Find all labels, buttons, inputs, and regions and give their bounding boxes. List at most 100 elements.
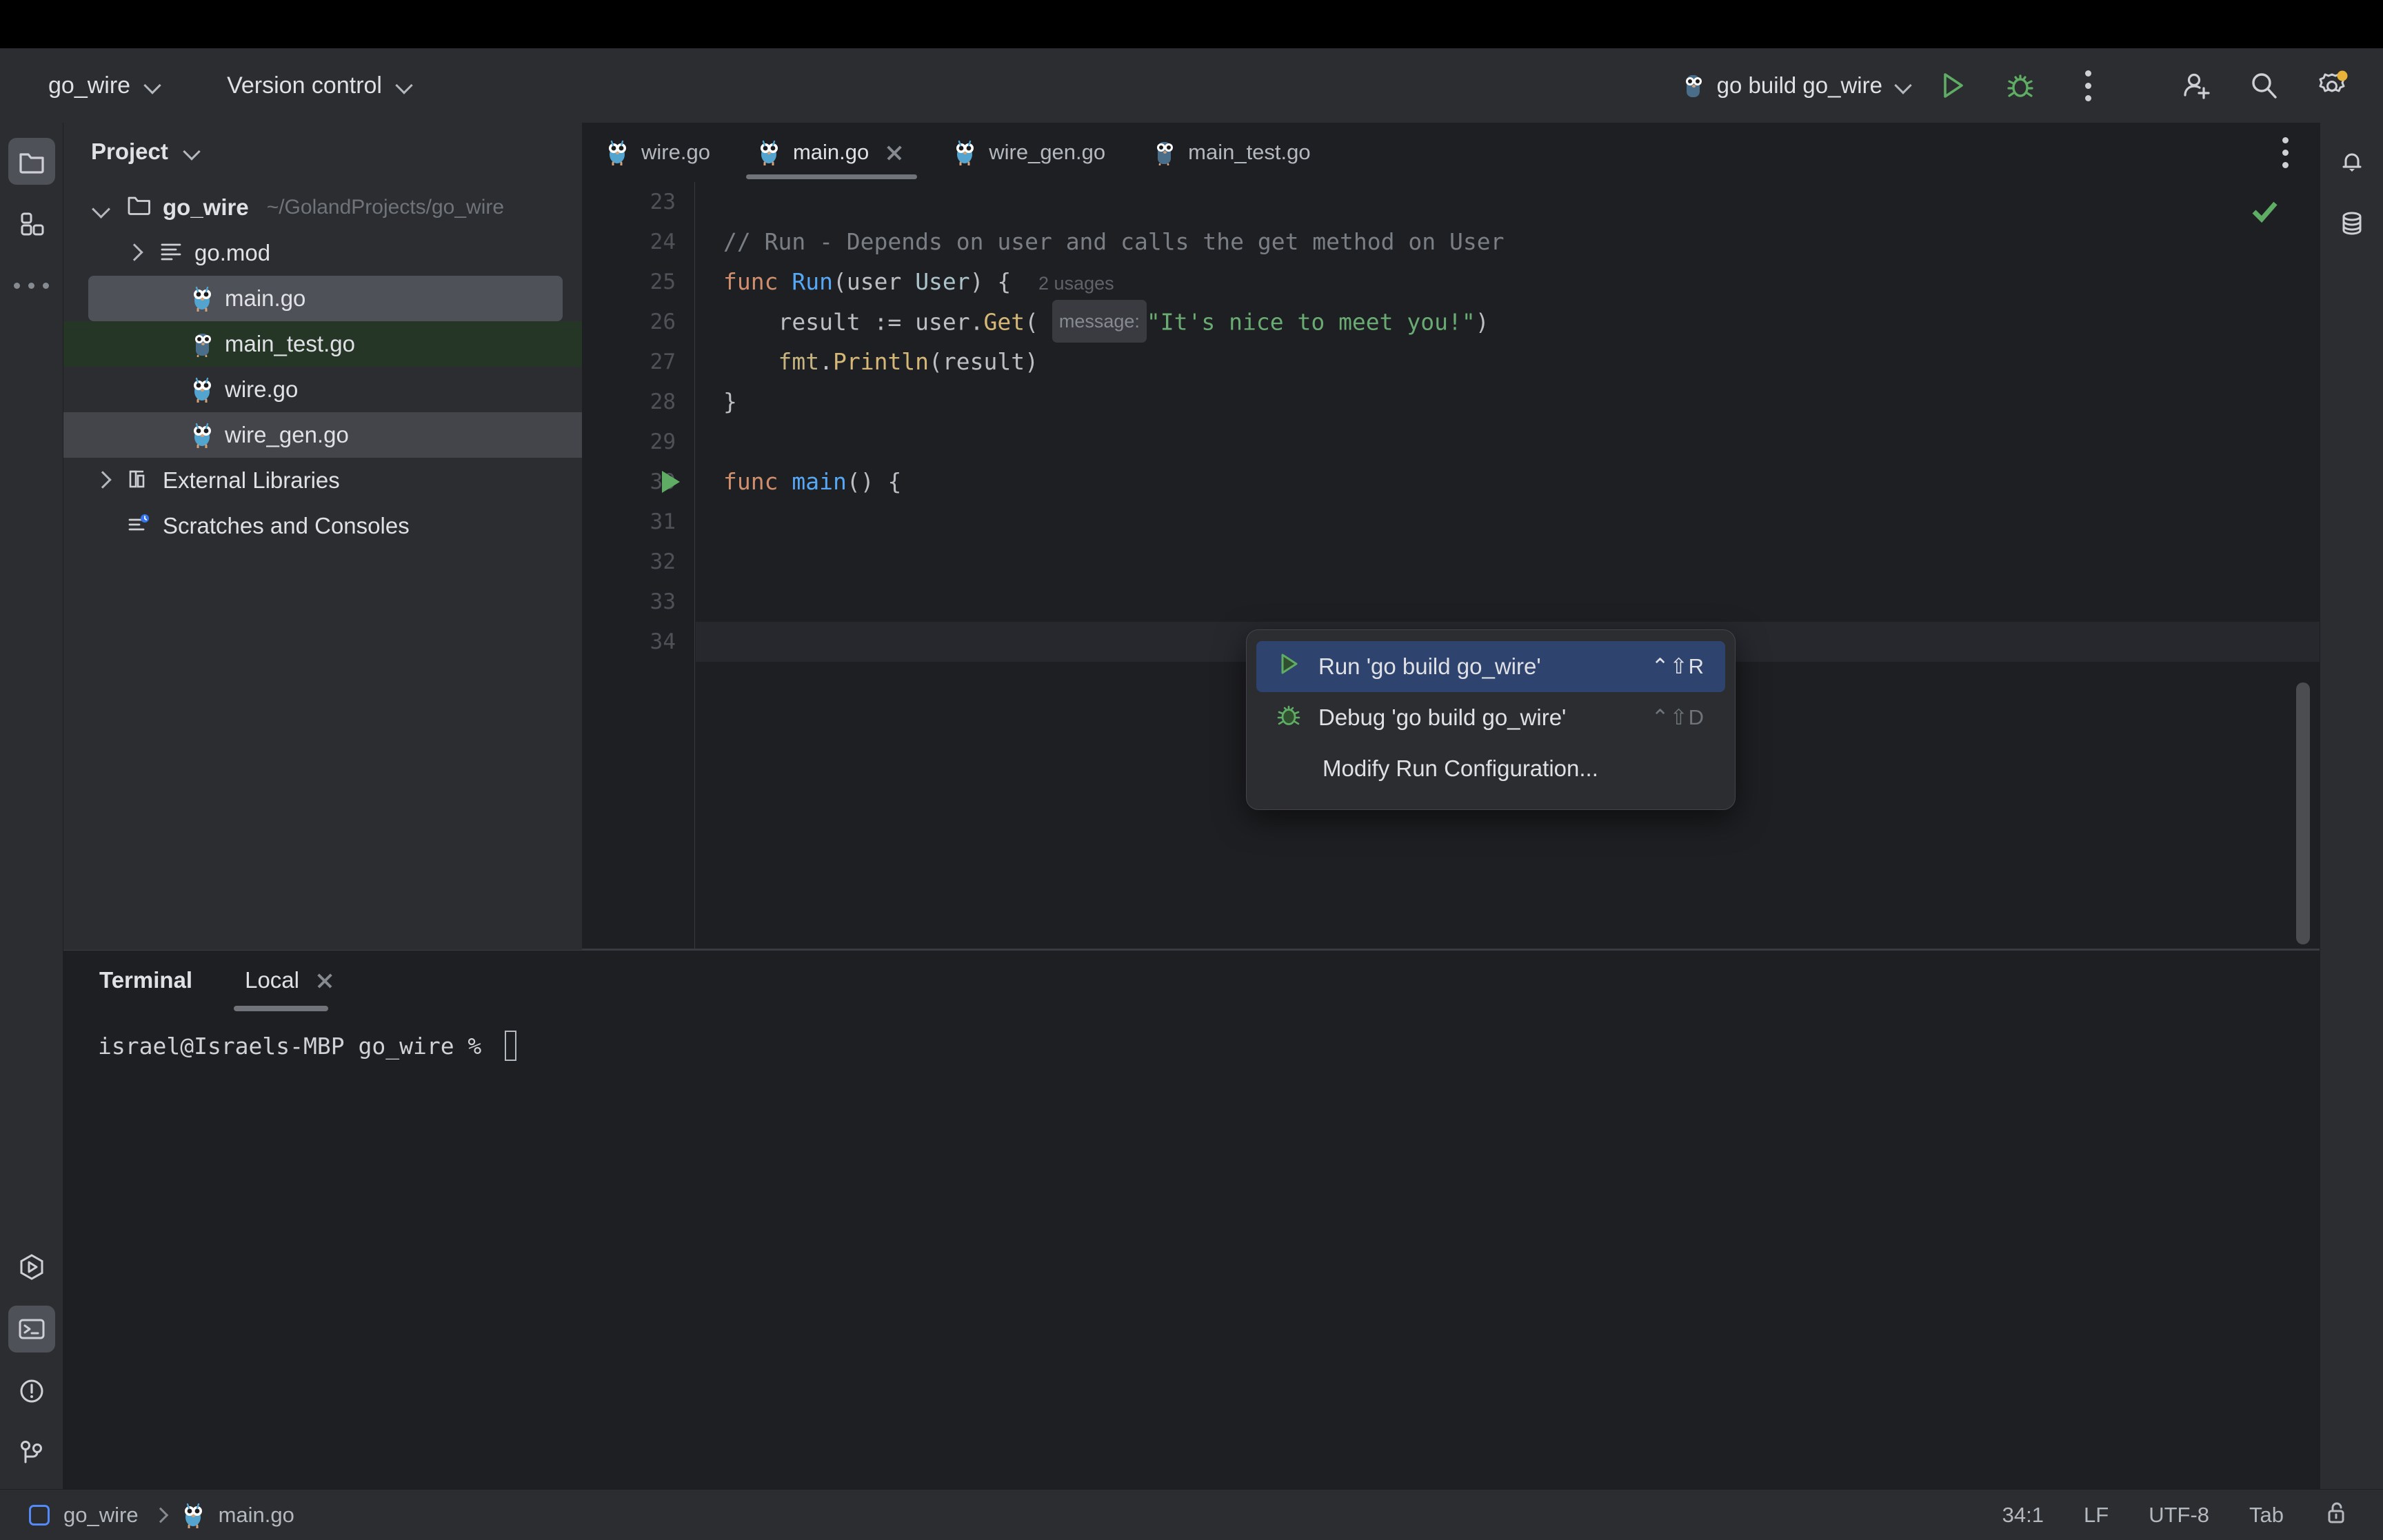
caret-position[interactable]: 34:1 bbox=[2002, 1503, 2044, 1528]
chevron-down-icon[interactable] bbox=[183, 143, 201, 161]
line-separator[interactable]: LF bbox=[2084, 1503, 2109, 1528]
tree-item-external-libraries[interactable]: External Libraries bbox=[63, 458, 582, 503]
settings-button[interactable] bbox=[2306, 59, 2358, 112]
debug-icon bbox=[1274, 700, 1303, 735]
code-line: result := user.Get( message: "It's nice t… bbox=[696, 300, 2320, 343]
code-line: // Run - Depends on user and calls the g… bbox=[723, 228, 1505, 255]
indent-setting[interactable]: Tab bbox=[2249, 1503, 2284, 1528]
inspection-status-ok-icon[interactable] bbox=[2248, 194, 2281, 231]
chevron-down-icon bbox=[1895, 77, 1913, 94]
editor-tab-main-test-go[interactable]: main_test.go bbox=[1129, 123, 1334, 182]
breadcrumb-item-file[interactable]: main.go bbox=[219, 1503, 294, 1528]
editor-tab-bar: wire.go main.go wire_gen.go main_test.go bbox=[582, 123, 2320, 182]
tree-item-main-test-go[interactable]: main_test.go bbox=[63, 321, 582, 367]
run-hexagon-icon bbox=[20, 1254, 43, 1280]
terminal-prompt-line: israel@Israels-MBP go_wire % bbox=[98, 1031, 2320, 1061]
sidebar-item-terminal[interactable] bbox=[8, 1306, 55, 1352]
tree-item-go-wire[interactable]: go_wire ~/GolandProjects/go_wire bbox=[63, 185, 582, 230]
chevron-right-icon[interactable] bbox=[120, 239, 148, 267]
tree-item-path: ~/GolandProjects/go_wire bbox=[266, 196, 505, 219]
project-tool-window: Project go_wire ~/GolandProjects/go_wire g… bbox=[63, 123, 582, 950]
chevron-right-icon[interactable] bbox=[88, 467, 116, 494]
breadcrumb-item-project[interactable]: go_wire bbox=[63, 1503, 139, 1528]
add-user-icon bbox=[2184, 73, 2210, 99]
sidebar-item-more[interactable] bbox=[8, 262, 55, 309]
debug-button[interactable] bbox=[1994, 59, 2047, 112]
tree-item-label: main_test.go bbox=[225, 331, 355, 356]
line-number: 28 bbox=[650, 389, 676, 414]
right-tool-rail bbox=[2320, 123, 2383, 1489]
menu-item-debug-go-build-go-wire[interactable]: Debug 'go build go_wire' ⌃⇧D bbox=[1256, 692, 1725, 743]
gutter-run-marker-icon[interactable] bbox=[662, 471, 680, 493]
tree-item-scratches-and-consoles[interactable]: Scratches and Consoles bbox=[63, 503, 582, 549]
tree-item-main-go[interactable]: main.go bbox=[88, 276, 563, 321]
terminal-output[interactable]: israel@Israels-MBP go_wire % bbox=[63, 1017, 2320, 1489]
chevron-down-icon[interactable] bbox=[88, 194, 116, 221]
editor-tab-wire-go[interactable]: wire.go bbox=[582, 123, 734, 182]
menu-item-label: Modify Run Configuration... bbox=[1323, 756, 1598, 781]
sidebar-item-problems[interactable] bbox=[8, 1368, 55, 1415]
sidebar-item-structure[interactable] bbox=[8, 200, 55, 247]
status-bar: go_wire main.go 34:1 LF UTF-8 Tab bbox=[0, 1489, 2383, 1540]
sidebar-item-run[interactable] bbox=[8, 1244, 55, 1290]
tree-item-label: Scratches and Consoles bbox=[163, 513, 410, 538]
editor-tab-main-go[interactable]: main.go bbox=[734, 123, 929, 182]
tree-item-label: go_wire bbox=[163, 194, 249, 220]
menu-item-run-go-build-go-wire[interactable]: Run 'go build go_wire' ⌃⇧R bbox=[1256, 641, 1725, 692]
breadcrumb: go_wire main.go bbox=[0, 1502, 294, 1528]
close-icon[interactable] bbox=[883, 141, 906, 164]
folder-icon bbox=[19, 153, 44, 174]
terminal-icon bbox=[19, 1319, 45, 1339]
run-configuration-selector[interactable]: go build go_wire bbox=[1667, 63, 1927, 108]
editor-vertical-scrollbar[interactable] bbox=[2296, 682, 2310, 944]
search-everywhere-button[interactable] bbox=[2238, 59, 2291, 112]
tree-item-label: wire_gen.go bbox=[225, 422, 349, 447]
settings-badge-dot bbox=[2337, 70, 2348, 81]
menu-item-modify-run-configuration[interactable]: Modify Run Configuration... bbox=[1256, 743, 1725, 794]
tree-item-wire-gen-go[interactable]: wire_gen.go bbox=[63, 412, 582, 458]
sidebar-item-database[interactable] bbox=[2329, 200, 2375, 247]
add-user-button[interactable] bbox=[2171, 59, 2223, 112]
close-icon[interactable] bbox=[313, 969, 336, 992]
version-control-menu-button[interactable]: Version control bbox=[209, 63, 432, 108]
more-actions-button[interactable] bbox=[2062, 59, 2114, 112]
file-encoding[interactable]: UTF-8 bbox=[2149, 1503, 2209, 1528]
run-context-menu: Run 'go build go_wire' ⌃⇧R Debug 'go build… bbox=[1246, 629, 1736, 810]
blocks-icon bbox=[21, 212, 43, 236]
main-toolbar: go_wire Version control go build go_wire bbox=[0, 48, 2383, 123]
code-line: func Run(user User) { 2 usages bbox=[723, 268, 1114, 295]
editor-tab-wire-gen-go[interactable]: wire_gen.go bbox=[929, 123, 1129, 182]
line-number: 23 bbox=[650, 190, 676, 214]
tree-item-go-mod[interactable]: go.mod bbox=[63, 230, 582, 276]
left-tool-rail bbox=[0, 123, 63, 1489]
sidebar-item-project[interactable] bbox=[8, 138, 55, 185]
terminal-prompt-text: israel@Israels-MBP go_wire % bbox=[98, 1032, 496, 1060]
editor-tab-label: main.go bbox=[792, 140, 869, 164]
project-panel-header[interactable]: Project bbox=[63, 123, 582, 181]
sidebar-item-notifications[interactable] bbox=[2329, 138, 2375, 185]
editor-gutter[interactable]: 23 24 25 26 27 28 29 30 31 32 33 34 bbox=[582, 182, 695, 950]
tree-item-label: go.mod bbox=[194, 240, 271, 265]
editor-tabs-more-button[interactable] bbox=[2266, 133, 2304, 172]
menu-item-shortcut: ⌃⇧D bbox=[1651, 705, 1705, 729]
sidebar-item-version-control[interactable] bbox=[8, 1430, 55, 1477]
editor-body[interactable]: 23 24 25 26 27 28 29 30 31 32 33 34 // Run - Depend… bbox=[582, 182, 2320, 950]
version-control-menu-label: Version control bbox=[227, 72, 382, 99]
run-icon bbox=[1944, 73, 1963, 98]
git-branch-icon bbox=[21, 1441, 42, 1463]
tree-item-label: wire.go bbox=[225, 376, 299, 402]
editor-tab-label: wire.go bbox=[641, 140, 710, 164]
terminal-caret bbox=[505, 1031, 517, 1061]
run-button[interactable] bbox=[1927, 59, 1979, 112]
editor-code[interactable]: // Run - Depends on user and calls the g… bbox=[696, 182, 2320, 950]
chevron-right-icon bbox=[152, 1508, 168, 1523]
unlocked-icon[interactable] bbox=[2324, 1499, 2351, 1530]
terminal-tab-local[interactable]: Local bbox=[230, 956, 352, 1011]
tree-item-wire-go[interactable]: wire.go bbox=[63, 367, 582, 412]
project-menu-button[interactable]: go_wire bbox=[30, 63, 180, 108]
